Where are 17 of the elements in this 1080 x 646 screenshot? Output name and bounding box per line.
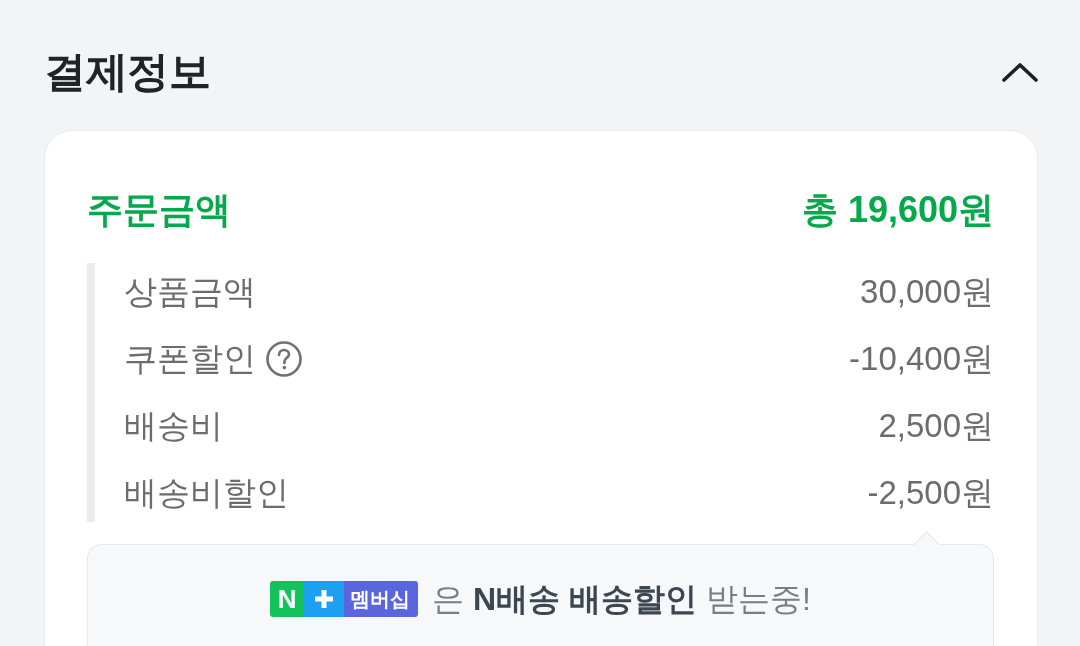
chevron-icon: [1002, 62, 1038, 82]
line-item-label: 쿠폰할인: [124, 339, 256, 379]
section-title: 결제정보: [44, 47, 210, 97]
line-item-amount: -10,400원: [849, 339, 994, 379]
line-item-amount: 2,500원: [878, 406, 994, 446]
brand-letter: N: [270, 581, 305, 617]
order-total-label: 주문금액: [87, 188, 231, 232]
line-item-label: 상품금액: [124, 272, 256, 312]
order-total-amount: 총 19,600원: [801, 188, 994, 232]
plus-icon: [304, 581, 345, 617]
line-item-amount: -2,500원: [867, 473, 994, 513]
help-icon[interactable]: [266, 341, 302, 377]
line-item-label: 배송비: [124, 406, 223, 446]
line-item-label: 배송비할인: [124, 473, 289, 513]
benefit-message: 은 N배송 배송할인 받는중!: [432, 581, 811, 617]
line-item-amount: 30,000원: [860, 272, 994, 312]
membership-label: 멤버십: [344, 581, 419, 617]
